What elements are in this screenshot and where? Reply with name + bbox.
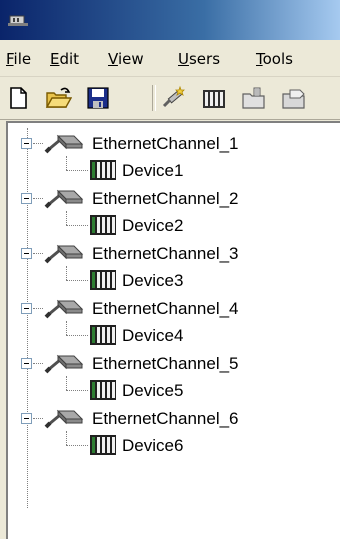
tree-channel-1[interactable]: EthernetChannel_1	[0, 129, 330, 159]
ethernet-channel-icon	[44, 354, 84, 374]
tree-connector	[33, 253, 43, 254]
channel-label[interactable]: EthernetChannel_2	[92, 189, 239, 209]
save-disk-icon[interactable]	[84, 84, 112, 112]
channel-label[interactable]: EthernetChannel_4	[92, 299, 239, 319]
device-label[interactable]: Device4	[122, 326, 183, 346]
tree-device-4[interactable]: Device4	[0, 321, 330, 351]
device-icon	[90, 325, 116, 345]
device-icon	[90, 215, 116, 235]
device-icon	[90, 435, 116, 455]
new-device-icon[interactable]	[200, 84, 228, 112]
tree-device-1[interactable]: Device1	[0, 156, 330, 186]
tree-device-6[interactable]: Device6	[0, 431, 330, 461]
new-file-icon[interactable]	[4, 84, 32, 112]
tree-connector	[33, 363, 43, 364]
ethernet-channel-icon	[44, 299, 84, 319]
channel-label[interactable]: EthernetChannel_6	[92, 409, 239, 429]
tree-device-5[interactable]: Device5	[0, 376, 330, 406]
device-label[interactable]: Device1	[122, 161, 183, 181]
menu-file[interactable]: File	[6, 50, 31, 68]
tree-channel-5[interactable]: EthernetChannel_5	[0, 349, 330, 379]
title-bar[interactable]	[0, 0, 340, 40]
tree-channel-3[interactable]: EthernetChannel_3	[0, 239, 330, 269]
application-window: File Edit View Users Tools EthernetChann…	[0, 0, 340, 539]
ethernet-channel-icon	[44, 189, 84, 209]
channel-label[interactable]: EthernetChannel_1	[92, 134, 239, 154]
ethernet-channel-icon	[44, 134, 84, 154]
device-icon	[90, 270, 116, 290]
open-folder-icon[interactable]	[44, 84, 72, 112]
wizard-icon[interactable]	[160, 84, 188, 112]
new-group-icon[interactable]	[240, 84, 268, 112]
tree-device-3[interactable]: Device3	[0, 266, 330, 296]
collapse-toggle-icon[interactable]	[21, 358, 32, 369]
tree-connector	[33, 143, 43, 144]
new-tag-icon[interactable]	[280, 84, 308, 112]
device-label[interactable]: Device6	[122, 436, 183, 456]
device-label[interactable]: Device5	[122, 381, 183, 401]
tree-connector	[33, 198, 43, 199]
app-icon	[8, 15, 28, 26]
tree-channel-4[interactable]: EthernetChannel_4	[0, 294, 330, 324]
toolbar-separator	[152, 85, 156, 111]
ethernet-channel-icon	[44, 244, 84, 264]
tree-device-2[interactable]: Device2	[0, 211, 330, 241]
device-icon	[90, 380, 116, 400]
menu-view[interactable]: View	[108, 50, 144, 68]
collapse-toggle-icon[interactable]	[21, 193, 32, 204]
device-icon	[90, 160, 116, 180]
toolbar	[0, 77, 340, 120]
tree-channel-2[interactable]: EthernetChannel_2	[0, 184, 330, 214]
menu-edit[interactable]: Edit	[50, 50, 79, 68]
device-label[interactable]: Device3	[122, 271, 183, 291]
collapse-toggle-icon[interactable]	[21, 303, 32, 314]
collapse-toggle-icon[interactable]	[21, 248, 32, 259]
tree-connector	[33, 308, 43, 309]
collapse-toggle-icon[interactable]	[21, 413, 32, 424]
device-label[interactable]: Device2	[122, 216, 183, 236]
channel-label[interactable]: EthernetChannel_5	[92, 354, 239, 374]
menu-bar: File Edit View Users Tools	[0, 40, 340, 77]
ethernet-channel-icon	[44, 409, 84, 429]
tree-connector	[33, 418, 43, 419]
collapse-toggle-icon[interactable]	[21, 138, 32, 149]
channel-label[interactable]: EthernetChannel_3	[92, 244, 239, 264]
menu-users[interactable]: Users	[178, 50, 220, 68]
menu-tools[interactable]: Tools	[256, 50, 293, 68]
tree-channel-6[interactable]: EthernetChannel_6	[0, 404, 330, 434]
